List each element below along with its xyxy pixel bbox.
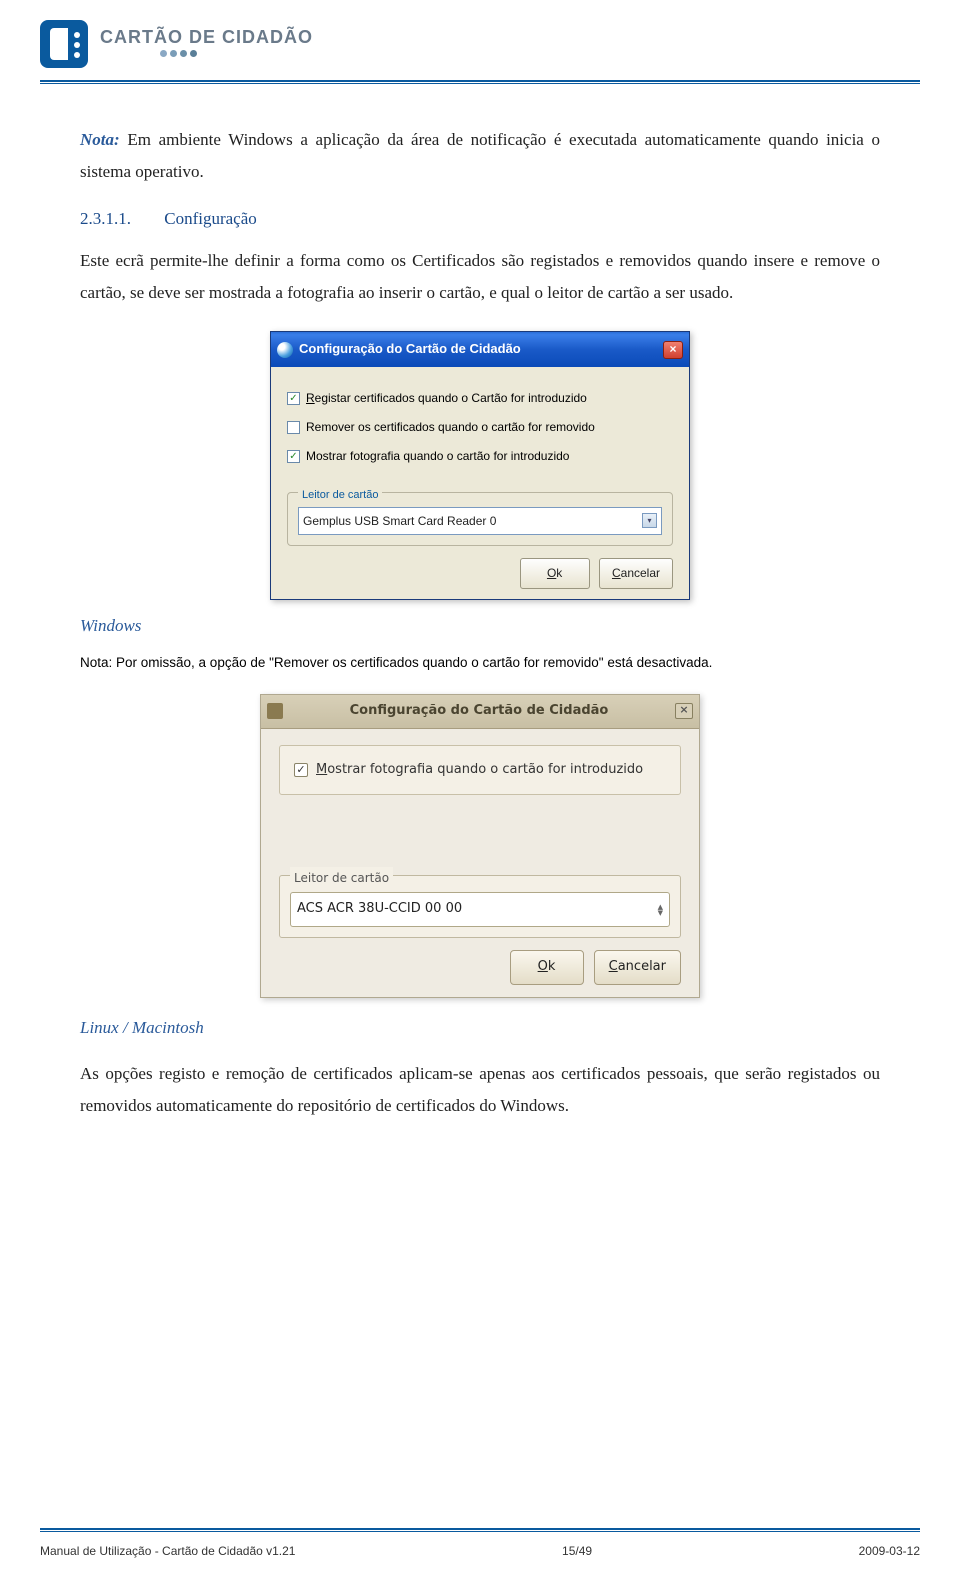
checkbox-icon[interactable] [287,421,300,434]
gtk-reader-legend: Leitor de cartão [290,867,393,890]
ok-button[interactable]: Ok [520,558,590,589]
page-footer: Manual de Utilização - Cartão de Cidadão… [40,1544,920,1558]
windows-note: Nota: Por omissão, a opção de "Remover o… [80,650,880,676]
linux-label: Linux / Macintosh [80,1012,880,1044]
xp-reader-legend: Leitor de cartão [298,485,382,506]
xp-reader-select[interactable]: Gemplus USB Smart Card Reader 0 ▾ [298,507,662,536]
brand-text: CARTÃO DE CIDADÃO [100,27,313,48]
gtk-reader-select[interactable]: ACS ACR 38U-CCID 00 00 ▲▼ [290,892,670,927]
xp-button-row: Ok Cancelar [287,558,673,589]
xp-check-register[interactable]: ✓ Registar certificados quando o Cartão … [287,387,673,410]
section-number: 2.3.1.1. [80,203,160,235]
footer-page: 15/49 [562,1544,592,1558]
xp-reader-value: Gemplus USB Smart Card Reader 0 [303,510,496,533]
xp-titlebar: Configuração do Cartão de Cidadão × [271,332,689,367]
intro-paragraph: Nota: Em ambiente Windows a aplicação da… [80,124,880,189]
checkbox-icon[interactable]: ✓ [294,763,308,777]
gtk-inner-frame: ✓ Mostrar fotografia quando o cartão for… [279,745,681,796]
xp-dialog-body: ✓ Registar certificados quando o Cartão … [271,367,689,599]
xp-check-remove[interactable]: Remover os certificados quando o cartão … [287,416,673,439]
gtk-reader-value: ACS ACR 38U-CCID 00 00 [297,897,462,922]
document-body: Nota: Em ambiente Windows a aplicação da… [0,84,960,1123]
nota-label: Nota: [80,130,120,149]
windows-label: Windows [80,610,880,642]
xp-check-label: Registar certificados quando o Cartão fo… [306,387,587,410]
xp-app-icon [277,342,293,358]
close-icon[interactable]: × [663,341,683,359]
gtk-check-photo[interactable]: ✓ Mostrar fotografia quando o cartão for… [294,758,666,783]
xp-title: Configuração do Cartão de Cidadão [299,337,521,362]
xp-reader-fieldset: Leitor de cartão Gemplus USB Smart Card … [287,492,673,547]
gtk-titlebar: Configuração do Cartão de Cidadão × [261,695,699,729]
gtk-reader-fieldset: Leitor de cartão ACS ACR 38U-CCID 00 00 … [279,875,681,938]
gtk-dialog-body: ✓ Mostrar fotografia quando o cartão for… [261,729,699,997]
gtk-title: Configuração do Cartão de Cidadão [283,699,675,724]
footer-date: 2009-03-12 [859,1544,920,1558]
checkbox-icon[interactable]: ✓ [287,392,300,405]
brand-logo-icon [40,20,88,68]
nota-text: Em ambiente Windows a aplicação da área … [80,130,880,181]
gtk-button-row: Ok Cancelar [279,950,681,985]
stepper-icon[interactable]: ▲▼ [658,904,663,916]
footer-rule [40,1528,920,1532]
chevron-down-icon[interactable]: ▾ [642,513,657,528]
gtk-app-icon [267,703,283,719]
xp-check-photo[interactable]: ✓ Mostrar fotografia quando o cartão for… [287,445,673,468]
gtk-config-dialog: Configuração do Cartão de Cidadão × ✓ Mo… [260,694,700,998]
ok-button[interactable]: Ok [510,950,584,985]
section-body: Este ecrã permite-lhe definir a forma co… [80,245,880,310]
checkbox-icon[interactable]: ✓ [287,450,300,463]
page-header: CARTÃO DE CIDADÃO [0,0,960,76]
xp-check-label: Mostrar fotografia quando o cartão for i… [306,445,569,468]
close-icon[interactable]: × [675,703,693,719]
section-heading: 2.3.1.1. Configuração [80,203,880,235]
xp-config-dialog: Configuração do Cartão de Cidadão × ✓ Re… [270,331,690,600]
cancel-button[interactable]: Cancelar [599,558,673,589]
gtk-check-label: Mostrar fotografia quando o cartão for i… [316,758,643,783]
closing-paragraph: As opções registo e remoção de certifica… [80,1058,880,1123]
footer-left: Manual de Utilização - Cartão de Cidadão… [40,1544,295,1558]
cancel-button[interactable]: Cancelar [594,950,681,985]
section-title: Configuração [164,209,257,228]
xp-check-label: Remover os certificados quando o cartão … [306,416,595,439]
